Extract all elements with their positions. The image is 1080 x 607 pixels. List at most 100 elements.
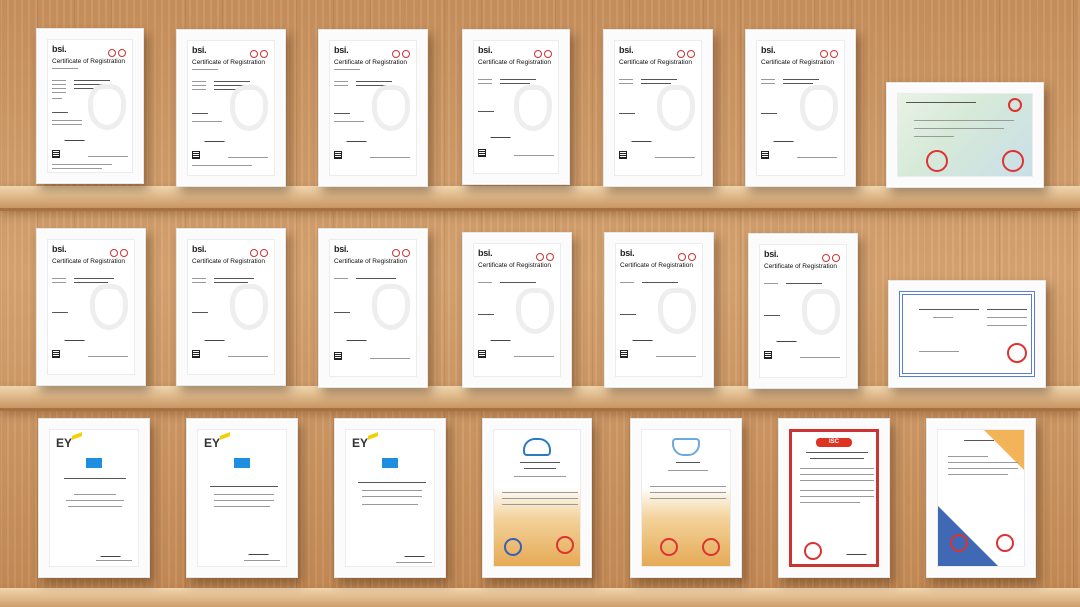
shelf-top — [0, 186, 1080, 211]
accreditation-marks-icon — [676, 248, 698, 261]
certificate-frame[interactable]: bsi. Certificate of Registration — [318, 29, 428, 187]
certificate-frame[interactable]: bsi. Certificate of Registration — [604, 232, 714, 388]
bsi-certificate: bsi. Certificate of Registration — [614, 40, 702, 176]
accreditation-marks-icon — [248, 244, 270, 257]
bsi-logo: bsi. — [478, 248, 493, 258]
bsi-certificate: bsi. Certificate of Registration — [187, 40, 275, 176]
signature — [632, 332, 656, 341]
certificate-frame[interactable]: EY — [38, 418, 150, 578]
signature — [776, 333, 800, 342]
seal-icon — [926, 150, 948, 172]
certificate-frame[interactable]: bsi. Certificate of Registration — [36, 228, 146, 386]
bsi-logo: bsi. — [619, 45, 634, 55]
accreditation-marks-icon — [106, 44, 128, 57]
bsi-watermark-icon — [372, 284, 410, 330]
certification-mark-icon — [86, 458, 102, 468]
qr-code-icon — [334, 352, 342, 360]
landscape-certificate — [899, 291, 1035, 377]
accreditation-marks-icon — [675, 45, 697, 58]
shelf-bottom — [0, 588, 1080, 607]
signature — [404, 548, 428, 557]
bsi-logo: bsi. — [192, 244, 207, 254]
seal-icon — [702, 538, 720, 556]
qr-code-icon — [761, 151, 769, 159]
certificate-frame[interactable] — [482, 418, 592, 578]
qr-code-icon — [52, 150, 60, 158]
bsi-watermark-icon — [230, 284, 268, 330]
certificate-frame[interactable]: bsi. Certificate of Registration — [462, 232, 572, 388]
certificate-frame-landscape[interactable] — [886, 82, 1044, 188]
bsi-certificate: bsi. Certificate of Registration — [47, 39, 133, 173]
shield-logo-icon — [672, 438, 700, 456]
certificate-frame[interactable] — [926, 418, 1036, 578]
bsi-certificate: bsi. Certificate of Registration — [615, 243, 703, 377]
accreditation-marks-icon — [108, 244, 130, 257]
bsi-certificate: bsi. Certificate of Registration — [473, 40, 559, 174]
ey-certificate: EY — [197, 429, 287, 567]
qr-code-icon — [192, 350, 200, 358]
certificate-title: Certificate of Registration — [334, 59, 407, 66]
qr-code-icon — [478, 149, 486, 157]
ey-certificate: EY — [345, 429, 435, 567]
cn-certificate — [641, 429, 731, 567]
cn-certificate — [493, 429, 581, 567]
accreditation-marks-icon — [820, 249, 842, 262]
certification-mark-icon — [382, 458, 398, 468]
seal-icon — [556, 536, 574, 554]
seal-icon — [1002, 150, 1024, 172]
qr-code-icon — [620, 350, 628, 358]
certificate-frame[interactable]: ISC — [778, 418, 890, 578]
iso-certificate: ISC — [789, 429, 879, 567]
seal-icon — [660, 538, 678, 556]
certificate-frame[interactable]: EY — [186, 418, 298, 578]
accreditation-marks-icon — [390, 244, 412, 257]
signature — [204, 133, 228, 142]
certificate-frame-landscape[interactable] — [888, 280, 1046, 388]
seal-icon — [996, 534, 1014, 552]
bsi-logo: bsi. — [478, 45, 493, 55]
signature — [100, 548, 124, 557]
bsi-watermark-icon — [800, 85, 838, 131]
signature — [64, 132, 88, 141]
certificate-frame[interactable]: bsi. Certificate of Registration — [176, 29, 286, 187]
bsi-logo: bsi. — [761, 45, 776, 55]
bsi-watermark-icon — [658, 288, 696, 334]
ey-logo: EY — [204, 436, 221, 450]
bsi-certificate: bsi. Certificate of Registration — [759, 244, 847, 378]
ey-logo: EY — [352, 436, 369, 450]
signature — [248, 546, 272, 555]
certificate-frame[interactable]: EY — [334, 418, 446, 578]
signature — [773, 133, 797, 142]
certificate-frame[interactable]: bsi. Certificate of Registration — [318, 228, 428, 388]
certificate-title: Certificate of Registration — [764, 263, 837, 270]
certificate-frame[interactable]: bsi. Certificate of Registration — [603, 29, 713, 187]
certificate-title: Certificate of Registration — [52, 258, 125, 265]
qr-code-icon — [619, 151, 627, 159]
qr-code-icon — [478, 350, 486, 358]
isc-logo: ISC — [816, 438, 852, 447]
certificate-title: Certificate of Registration — [478, 59, 551, 66]
ey-certificate: EY — [49, 429, 139, 567]
signature — [204, 332, 228, 341]
bsi-logo: bsi. — [334, 244, 349, 254]
signature — [490, 129, 514, 138]
bsi-watermark-icon — [90, 284, 128, 330]
bsi-watermark-icon — [372, 85, 410, 131]
signature — [346, 133, 370, 142]
signature — [631, 133, 655, 142]
bsi-certificate: bsi. Certificate of Registration — [329, 239, 417, 377]
bsi-logo: bsi. — [620, 248, 635, 258]
certificate-frame[interactable]: bsi. Certificate of Registration — [462, 29, 570, 185]
certificate-frame[interactable]: bsi. Certificate of Registration — [176, 228, 286, 386]
certificate-frame[interactable] — [630, 418, 742, 578]
shelf-middle — [0, 386, 1080, 411]
certificate-frame[interactable]: bsi. Certificate of Registration — [748, 233, 858, 389]
signature — [490, 332, 514, 341]
bsi-certificate: bsi. Certificate of Registration — [473, 243, 561, 377]
certificate-frame[interactable]: bsi. Certificate of Registration — [36, 28, 144, 184]
bsi-watermark-icon — [802, 289, 840, 335]
seal-icon — [504, 538, 522, 556]
bsi-certificate: bsi. Certificate of Registration — [47, 239, 135, 375]
certificate-frame[interactable]: bsi. Certificate of Registration — [745, 29, 856, 187]
bsi-watermark-icon — [88, 84, 126, 130]
